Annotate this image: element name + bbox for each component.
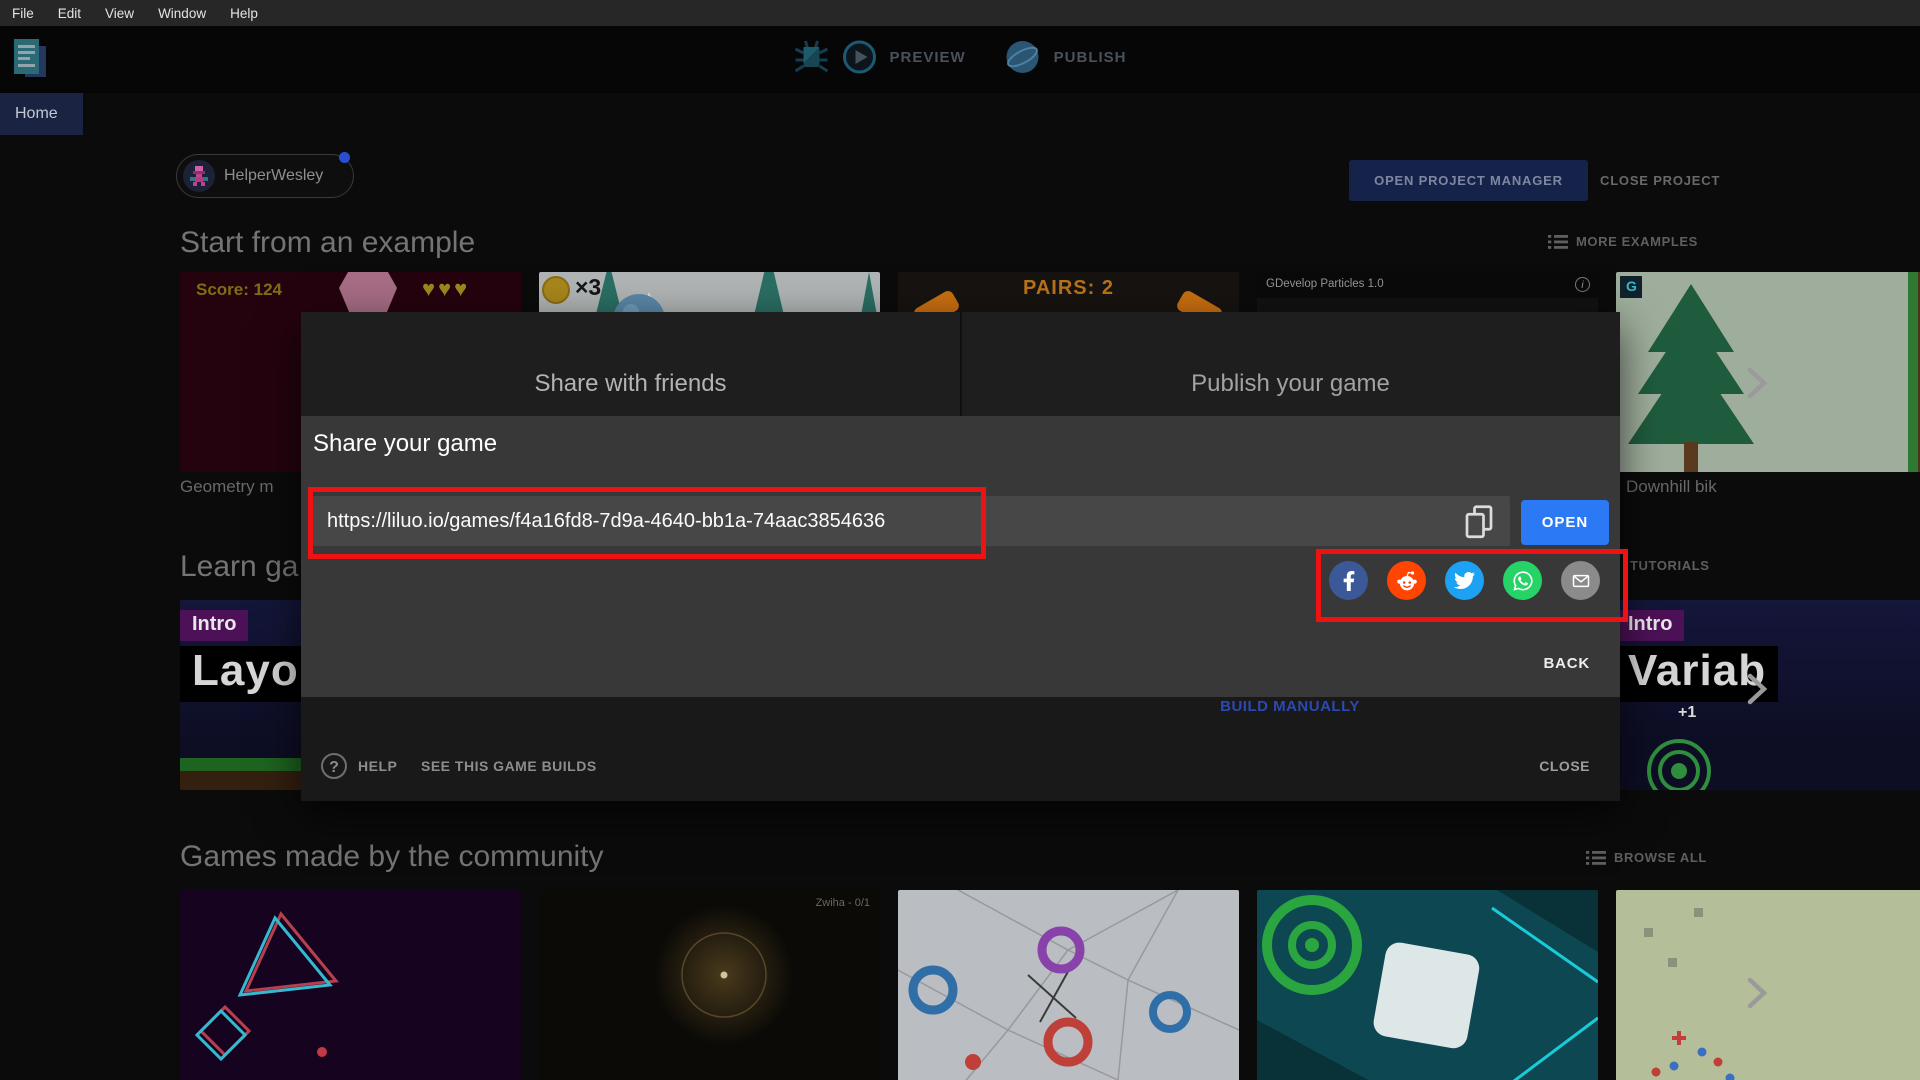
debug-icon[interactable] [793,36,829,78]
learn-section-title: Learn ga [180,550,299,583]
more-examples-button[interactable]: MORE EXAMPLES [1548,234,1698,249]
plus-one-label: +1 [1678,704,1697,721]
g-badge: G [1626,278,1637,294]
build-manually-button[interactable]: BUILD MANUALLY [1140,698,1440,715]
tab-divider [960,312,962,416]
toolbar-center: PREVIEW PUBLISH [793,36,1126,78]
browse-all-label: BROWSE ALL [1614,850,1707,865]
learn-next-chevron[interactable] [1744,672,1770,706]
community-card-4[interactable] [1257,890,1598,1080]
rings-art [1647,739,1711,790]
example-label-downhill: Downhill bik [1626,477,1717,496]
preview-play-icon[interactable] [841,39,877,75]
community-art-2 [654,905,794,1045]
share-dialog-title: Share your game [313,430,498,457]
annotation-box-url [308,487,986,559]
intro-badge: Intro [180,610,249,641]
tutorials-button[interactable]: TUTORIALS [1630,558,1710,573]
community-art-3 [898,890,1239,1080]
help-icon[interactable]: ? [321,753,347,779]
community-art-1 [194,911,339,1062]
hearts-display: ♥♥♥ [422,276,471,301]
menu-view[interactable]: View [105,6,134,21]
help-button[interactable]: HELP [358,758,397,774]
app-window: File Edit View Window Help PREVIEW PUBLI… [0,0,1920,1080]
particles-caption: GDevelop Particles 1.0 [1266,278,1384,290]
tab-home[interactable]: Home [0,93,83,135]
menu-bar: File Edit View Window Help [0,0,1920,26]
tutorials-label: TUTORIALS [1630,558,1710,573]
menu-edit[interactable]: Edit [58,6,81,21]
community-section-title: Games made by the community [180,840,604,873]
community-art-4 [1257,890,1598,1080]
see-game-builds-button[interactable]: SEE THIS GAME BUILDS [421,758,597,774]
score-label: Score: 124 [196,280,282,299]
examples-next-chevron[interactable] [1744,366,1770,400]
tab-share-with-friends[interactable]: Share with friends [301,370,960,398]
publish-button[interactable]: PUBLISH [1054,49,1127,66]
menu-help[interactable]: Help [230,6,258,21]
tab-publish-your-game[interactable]: Publish your game [961,370,1620,398]
username-label: HelperWesley [224,167,324,184]
copy-icon[interactable] [1461,503,1497,539]
publish-globe-icon[interactable] [1004,38,1042,76]
community-card-3[interactable] [898,890,1239,1080]
pairs-label: PAIRS: 2 [1023,277,1114,299]
examples-section-title: Start from an example [180,226,476,259]
info-icon[interactable]: i [1575,277,1590,292]
open-project-manager-button[interactable]: OPEN PROJECT MANAGER [1349,160,1588,201]
notification-dot [339,152,350,163]
browse-all-button[interactable]: BROWSE ALL [1586,850,1707,865]
list-icon [1548,234,1568,249]
list-icon [1586,850,1606,865]
preview-button[interactable]: PREVIEW [889,49,965,66]
more-examples-label: MORE EXAMPLES [1576,234,1698,249]
annotation-box-social [1316,549,1628,622]
close-dialog-button[interactable]: CLOSE [1490,758,1590,774]
community-card-1[interactable] [180,890,521,1080]
community-next-chevron[interactable] [1744,976,1770,1010]
coin-multiplier-label: ×3 [575,274,602,300]
user-avatar [183,160,215,192]
community-card-2-caption: Zwiha - 0/1 [815,897,870,909]
menu-window[interactable]: Window [158,6,206,21]
back-button[interactable]: BACK [1470,655,1590,672]
project-manager-icon[interactable] [10,37,50,83]
menu-file[interactable]: File [12,6,34,21]
user-chip[interactable]: HelperWesley [176,154,354,198]
example-label-geometry: Geometry m [180,477,274,496]
community-card-2[interactable]: Zwiha - 0/1 [539,890,880,1080]
close-project-button[interactable]: CLOSE PROJECT [1600,160,1720,201]
open-game-button[interactable]: OPEN [1521,500,1609,545]
